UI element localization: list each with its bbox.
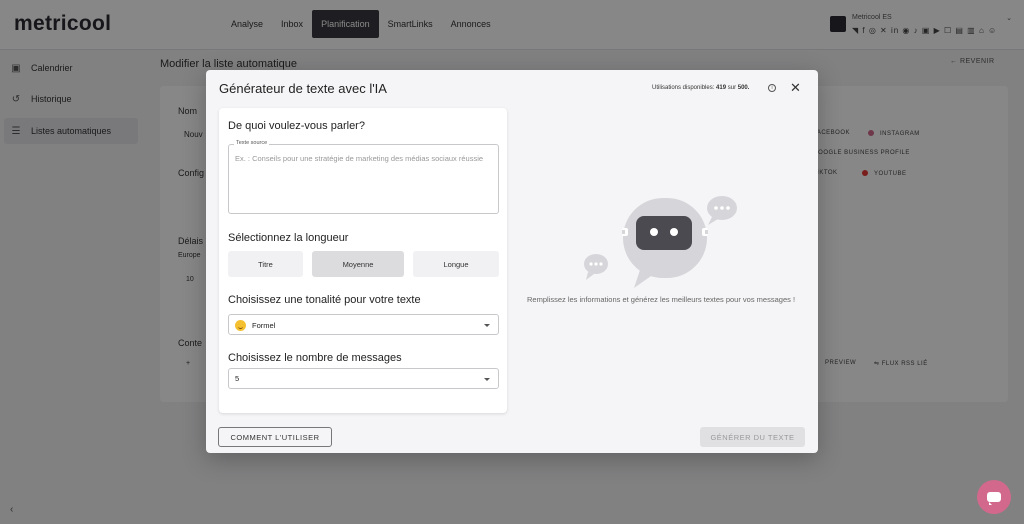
length-question: Sélectionnez la longueur: [228, 232, 349, 244]
usage-counter: Utilisations disponibles: 419 sur 500.: [652, 85, 750, 91]
robot-chat-illustration: [584, 196, 737, 288]
info-icon[interactable]: i: [768, 84, 776, 92]
speech-bubble-left-icon: [584, 254, 608, 280]
generator-form: De quoi voulez-vous parler? Texte source…: [219, 108, 507, 413]
source-text-placeholder: Ex. : Conseils pour une stratégie de mar…: [235, 154, 484, 163]
dropdown-arrow-icon: [484, 378, 490, 381]
close-icon[interactable]: ✕: [790, 81, 801, 94]
ai-text-generator-modal: Générateur de texte avec l'IA Utilisatio…: [206, 70, 818, 453]
length-moyenne-button[interactable]: Moyenne: [312, 251, 404, 277]
robot-head-icon: [622, 198, 708, 288]
nerd-face-emoji-icon: [235, 320, 246, 331]
length-longue-button[interactable]: Longue: [413, 251, 499, 277]
dropdown-arrow-icon: [484, 324, 490, 327]
modal-title: Générateur de texte avec l'IA: [219, 81, 387, 96]
chat-bubble-icon: [987, 492, 1001, 505]
empty-state-hint: Remplissez les informations et générez l…: [527, 295, 796, 304]
tone-select[interactable]: Formel: [228, 314, 499, 335]
tone-question: Choisissez une tonalité pour votre texte: [228, 294, 421, 306]
topic-question: De quoi voulez-vous parler?: [228, 120, 365, 132]
length-titre-button[interactable]: Titre: [228, 251, 303, 277]
how-to-use-button[interactable]: COMMENT L'UTILISER: [218, 427, 332, 447]
source-text-input[interactable]: Texte source Ex. : Conseils pour une str…: [228, 140, 499, 214]
count-value: 5: [235, 374, 240, 383]
source-text-label: Texte source: [234, 140, 270, 146]
support-chat-button[interactable]: [977, 480, 1011, 514]
tone-value: Formel: [252, 321, 276, 330]
count-question: Choisissez le nombre de messages: [228, 352, 402, 364]
speech-bubble-right-icon: [707, 196, 737, 225]
generate-text-button[interactable]: GÉNÉRER DU TEXTE: [700, 427, 805, 447]
message-count-select[interactable]: 5: [228, 368, 499, 389]
